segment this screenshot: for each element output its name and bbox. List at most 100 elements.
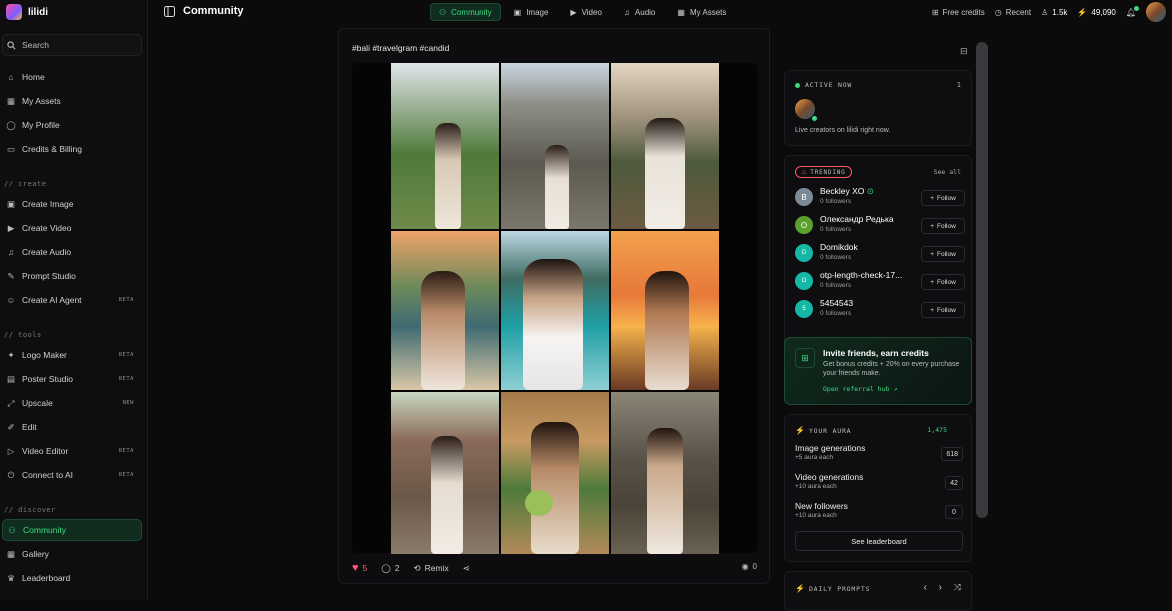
notifications-button[interactable]: 🔔︎ bbox=[1126, 5, 1139, 17]
sidebar-item-upscale[interactable]: ⤢ Upscale NEW bbox=[2, 392, 142, 414]
invite-card[interactable]: ⊞ Invite friends, earn credits Get bonus… bbox=[784, 337, 972, 405]
sidebar-item-label: Video Editor bbox=[22, 446, 69, 456]
followers-counter[interactable]: ♙ 1.5k bbox=[1041, 8, 1067, 17]
tab-video[interactable]: ▶ Video bbox=[561, 3, 610, 21]
invite-title: Invite friends, earn credits bbox=[823, 348, 929, 358]
tab-audio[interactable]: ♫ Audio bbox=[615, 3, 664, 21]
remix-button[interactable]: ⟲ Remix bbox=[414, 563, 449, 574]
sidebar-item-label: Create Video bbox=[22, 223, 72, 233]
follow-label: Follow bbox=[937, 250, 956, 258]
comment-button[interactable]: ◯ 2 bbox=[381, 563, 399, 574]
aura-label: YOUR AURA bbox=[808, 426, 852, 435]
sidebar-item-my-assets[interactable]: ▦ My Assets bbox=[2, 90, 142, 112]
search-input[interactable]: Search bbox=[2, 34, 142, 56]
follow-label: Follow bbox=[937, 278, 956, 286]
follow-button[interactable]: + Follow bbox=[921, 246, 965, 262]
see-all-link[interactable]: See all bbox=[934, 168, 961, 176]
collapse-panel-icon[interactable]: ⊟ bbox=[960, 46, 968, 57]
notification-dot bbox=[1134, 5, 1139, 11]
sidebar-item-home[interactable]: ⌂ Home bbox=[2, 66, 142, 88]
panel-scrollbar[interactable] bbox=[976, 42, 988, 518]
top-bar: Community ⚇ Community ▣ Image ▶ Video ♫ Audi… bbox=[148, 0, 1172, 26]
credit-card-icon: ▭ bbox=[6, 143, 16, 154]
page-title: Community bbox=[183, 5, 244, 17]
sidebar-item-my-profile[interactable]: ◯ My Profile bbox=[2, 114, 142, 136]
content-tabs: ⚇ Community ▣ Image ▶ Video ♫ Audio ▦ My Asse… bbox=[430, 3, 735, 21]
sidebar-item-poster-studio[interactable]: ▤ Poster Studio BETA bbox=[2, 368, 142, 390]
sidebar-item-community[interactable]: ⚇ Community bbox=[2, 519, 142, 541]
photo-1 bbox=[391, 63, 499, 229]
aura-row-title: New followers bbox=[795, 501, 848, 511]
recent-button[interactable]: ◷ Recent bbox=[995, 8, 1031, 17]
trending-user[interactable]: O Олександр Редька 0 followers + Follow bbox=[793, 214, 965, 238]
credits-balance-value: 49,090 bbox=[1091, 7, 1116, 17]
follow-button[interactable]: + Follow bbox=[921, 274, 965, 290]
beta-badge: BETA bbox=[118, 472, 134, 478]
daily-prompts-label: DAILY PROMPTS bbox=[808, 584, 871, 593]
see-leaderboard-button[interactable]: See leaderboard bbox=[795, 531, 963, 551]
sidebar-item-label: Poster Studio bbox=[22, 374, 74, 384]
trending-badge: ♨ TRENDING bbox=[795, 166, 852, 178]
follow-button[interactable]: + Follow bbox=[921, 218, 965, 234]
tab-image[interactable]: ▣ Image bbox=[505, 3, 558, 21]
avatar: D bbox=[795, 244, 813, 262]
post-card: #bali #travelgram #candid ♥ 5 ◯ 2 ⟲ Remi… bbox=[338, 28, 770, 584]
sidebar-item-logo-maker[interactable]: ✦ Logo Maker BETA bbox=[2, 344, 142, 366]
trending-user[interactable]: 5 5454543 0 followers + Follow bbox=[793, 298, 965, 322]
chevron-left-icon[interactable]: ‹ bbox=[924, 582, 927, 593]
music-icon: ♫ bbox=[623, 7, 630, 17]
like-button[interactable]: ♥ 5 bbox=[352, 562, 367, 574]
trending-user[interactable]: O otp-length-check-17... 0 followers + Fo… bbox=[793, 270, 965, 294]
heart-icon: ♥ bbox=[352, 562, 359, 574]
beta-badge: BETA bbox=[118, 376, 134, 382]
aura-row-sub: +5 aura each bbox=[795, 454, 834, 461]
sidebar-item-video-editor[interactable]: ▷ Video Editor BETA bbox=[2, 440, 142, 462]
beta-badge: BETA bbox=[118, 352, 134, 358]
chevron-right-icon[interactable]: › bbox=[939, 582, 942, 593]
post-caption: #bali #travelgram #candid bbox=[352, 43, 450, 53]
photo-6 bbox=[611, 231, 719, 390]
sidebar-item-create-ai-agent[interactable]: ☺ Create AI Agent BETA bbox=[2, 289, 142, 311]
brand[interactable]: lilidi bbox=[6, 4, 48, 20]
tab-my-assets[interactable]: ▦ My Assets bbox=[668, 3, 735, 21]
gallery-icon: ▦ bbox=[6, 548, 16, 559]
sidebar-item-label: My Profile bbox=[22, 120, 60, 130]
beta-badge: BETA bbox=[118, 448, 134, 454]
sidebar-item-connect-to-ai[interactable]: ⏻ Connect to AI BETA bbox=[2, 464, 142, 486]
sidebar-item-create-video[interactable]: ▶ Create Video bbox=[2, 217, 142, 239]
aura-row: Video generations +10 aura each 42 bbox=[795, 472, 963, 490]
video-icon: ▶ bbox=[7, 222, 15, 233]
sidebar-toggle-icon[interactable] bbox=[164, 5, 175, 17]
user-avatar[interactable] bbox=[1146, 2, 1166, 22]
image-icon: ▣ bbox=[6, 198, 16, 209]
followers-count: 1.5k bbox=[1052, 7, 1068, 17]
credits-balance[interactable]: ⚡ 49,090 bbox=[1077, 8, 1115, 17]
follow-button[interactable]: + Follow bbox=[921, 190, 965, 206]
sidebar-item-edit[interactable]: ✐ Edit bbox=[2, 416, 142, 438]
photo-8 bbox=[501, 392, 609, 554]
follower-count: 0 followers bbox=[820, 310, 852, 317]
tab-community[interactable]: ⚇ Community bbox=[430, 3, 501, 21]
post-image[interactable] bbox=[352, 63, 758, 554]
follow-button[interactable]: + Follow bbox=[921, 302, 965, 318]
sidebar-item-label: Home bbox=[22, 72, 45, 82]
photo-9 bbox=[611, 392, 719, 554]
sidebar-item-credits-billing[interactable]: ▭ Credits & Billing bbox=[2, 138, 142, 160]
share-button[interactable]: ⋖ bbox=[463, 563, 470, 574]
free-credits-button[interactable]: ⊞ Free credits bbox=[932, 8, 985, 17]
sidebar-item-gallery[interactable]: ▦ Gallery bbox=[2, 543, 142, 565]
active-now-text: Live creators on lilidi right now. bbox=[795, 127, 891, 134]
sidebar-item-create-image[interactable]: ▣ Create Image bbox=[2, 193, 142, 215]
trending-user[interactable]: B Beckley XO ⊙ 0 followers + Follow bbox=[793, 186, 965, 210]
follow-label: Follow bbox=[937, 306, 956, 314]
photo-4 bbox=[391, 231, 499, 390]
trending-user[interactable]: D Domikdok 0 followers + Follow bbox=[793, 242, 965, 266]
sidebar-item-leaderboard[interactable]: ♛ Leaderboard bbox=[2, 567, 142, 589]
follower-count: 0 followers bbox=[820, 226, 852, 233]
sidebar-item-create-audio[interactable]: ♫ Create Audio bbox=[2, 241, 142, 263]
sidebar-item-prompt-studio[interactable]: ✎ Prompt Studio bbox=[2, 265, 142, 287]
search-placeholder: Search bbox=[22, 40, 49, 50]
shuffle-icon[interactable]: ⤨ bbox=[954, 582, 961, 593]
bolt-icon: ⚡ bbox=[795, 584, 805, 593]
referral-hub-link[interactable]: Open referral hub ↗ bbox=[823, 385, 897, 393]
